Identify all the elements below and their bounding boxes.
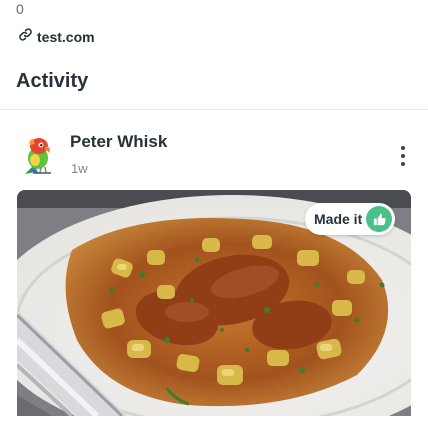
- made-it-label: Made it: [314, 211, 363, 227]
- website-url: test.com: [37, 29, 95, 45]
- post-header: Peter Whisk 1w: [0, 110, 428, 190]
- thumbs-up-icon: [366, 206, 393, 232]
- made-it-button[interactable]: Made it: [305, 203, 396, 235]
- link-icon: [18, 27, 33, 47]
- activity-heading: Activity: [16, 70, 89, 92]
- website-link[interactable]: test.com: [18, 28, 95, 46]
- post-author[interactable]: Peter Whisk: [70, 132, 167, 152]
- post-timestamp: 1w: [71, 161, 88, 176]
- profile-count: 0: [16, 1, 24, 17]
- avatar[interactable]: [21, 136, 57, 176]
- more-vertical-icon[interactable]: [393, 141, 413, 171]
